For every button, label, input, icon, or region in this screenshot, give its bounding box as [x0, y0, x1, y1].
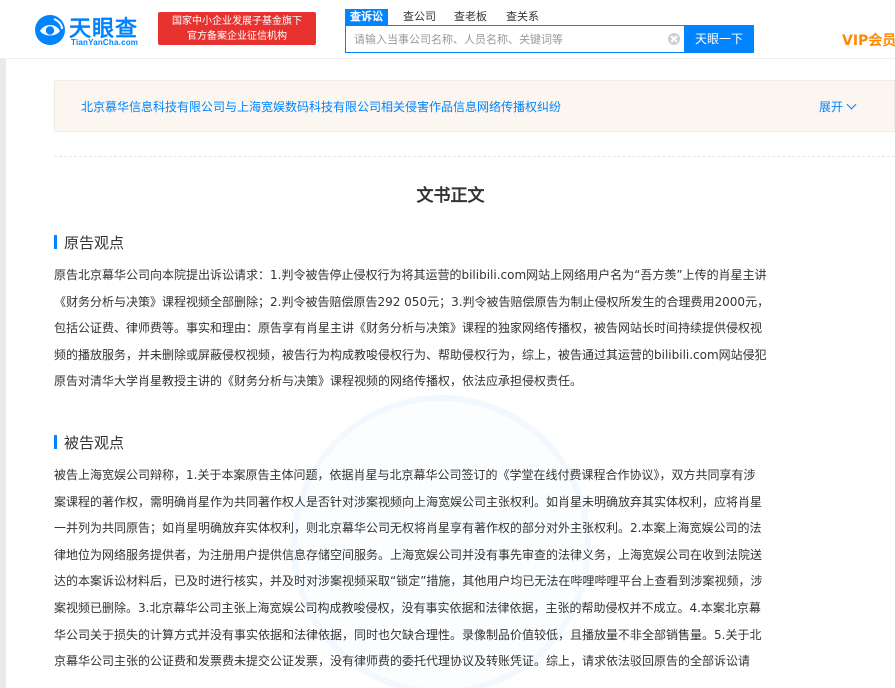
chevron-down-icon [846, 99, 857, 110]
search-box [345, 25, 685, 53]
case-title-card: 北京慕华信息科技有限公司与上海宽娱数码科技有限公司相关侵害作品信息网络传播权纠纷… [54, 80, 895, 132]
search-button[interactable]: 天眼一下 [684, 25, 754, 53]
main-content: 北京慕华信息科技有限公司与上海宽娱数码科技有限公司相关侵害作品信息网络传播权纠纷… [6, 0, 895, 688]
paragraph-line: 频的播放服务，并未删除或屏蔽侵权视频，被告行为构成教唆侵权行为、帮助侵权行为，综… [54, 347, 767, 362]
paragraph-line: 包括公证费、律师费等。事实和理由：原告享有肖星主讲《财务分析与决策》课程的独家网… [54, 321, 763, 336]
logo-subtitle: TianYanCha.com [71, 38, 139, 47]
expand-label: 展开 [819, 100, 844, 114]
top-header: 天眼查 TianYanCha.com 国家中小企业发展子基金旗下 官方备案企业征… [0, 0, 895, 59]
paragraph-line: 原告北京幕华公司向本院提出诉讼请求：1.判令被告停止侵权行为将其运营的bilib… [54, 268, 767, 282]
badge-line-2: 官方备案企业征信机构 [187, 31, 287, 42]
paragraph-line: 华公司关于损失的计算方式并没有事实依据和法律依据，同时也欠缺合理性。录像制品价值… [54, 627, 762, 642]
section-divider [54, 156, 895, 157]
paragraph-line: 律地位为网络服务提供者，为注册用户提供信息存储空间服务。上海宽娱公司并没有事先审… [54, 547, 763, 562]
paragraph-line: 案课程的著作权，需明确肖星作为共同著作权人是否针对涉案视频向上海宽娱公司主张权利… [54, 494, 763, 509]
tab-litigation[interactable]: 查诉讼 [345, 9, 388, 25]
case-title-link[interactable]: 北京慕华信息科技有限公司与上海宽娱数码科技有限公司相关侵害作品信息网络传播权纠纷 [81, 98, 561, 115]
tab-boss[interactable]: 查老板 [454, 9, 487, 25]
paragraph-line: 京幕华公司主张的公证费和发票费未提交公证发票，没有律师费的委托代理协议及转账凭证… [54, 654, 751, 669]
paragraph-line: 原告对清华大学肖星教授主讲的《财务分析与决策》课程视频的网络传播权，依法应承担侵… [54, 374, 583, 389]
tab-company[interactable]: 查公司 [403, 9, 436, 25]
paragraph-line: 一并列为共同原告；如肖星明确放弃实体权利，则北京幕华公司无权将肖星享有著作权的部… [54, 521, 762, 536]
paragraph-line: 案视频已删除。3.北京幕华公司主张上海宽娱公司构成教唆侵权，没有事实依据和法律依… [54, 600, 761, 615]
official-badge: 国家中小企业发展子基金旗下 官方备案企业征信机构 [158, 12, 316, 45]
badge-line-1: 国家中小企业发展子基金旗下 [172, 16, 302, 27]
plaintiff-paragraph: 原告北京幕华公司向本院提出诉讼请求：1.判令被告停止侵权行为将其运营的bilib… [54, 262, 895, 395]
defendant-section-title: 被告观点 [54, 432, 124, 453]
site-logo[interactable]: 天眼查 TianYanCha.com [34, 11, 152, 49]
paragraph-line: 达的本案诉讼材料后，已及时进行核实，并及时对涉案视频采取“锁定”措施，其他用户均… [54, 574, 763, 589]
paragraph-line: 被告上海宽娱公司辩称，1.关于本案原告主体问题，依据肖星与北京幕华公司签订的《学… [54, 468, 756, 482]
eye-logo-icon [35, 15, 65, 45]
defendant-paragraph: 被告上海宽娱公司辩称，1.关于本案原告主体问题，依据肖星与北京幕华公司签订的《学… [54, 462, 895, 675]
plaintiff-section-title: 原告观点 [54, 232, 124, 253]
paragraph-line: 《财务分析与决策》课程视频全部删除；2.判令被告赔偿原告292 050元；3.判… [54, 294, 770, 309]
clear-icon[interactable] [668, 33, 680, 45]
tab-relations[interactable]: 查关系 [506, 9, 539, 25]
document-heading: 文书正文 [416, 186, 485, 206]
vip-member-link[interactable]: VIP会员 [842, 30, 895, 50]
expand-button[interactable]: 展开 [819, 98, 857, 115]
search-input[interactable] [346, 26, 664, 52]
